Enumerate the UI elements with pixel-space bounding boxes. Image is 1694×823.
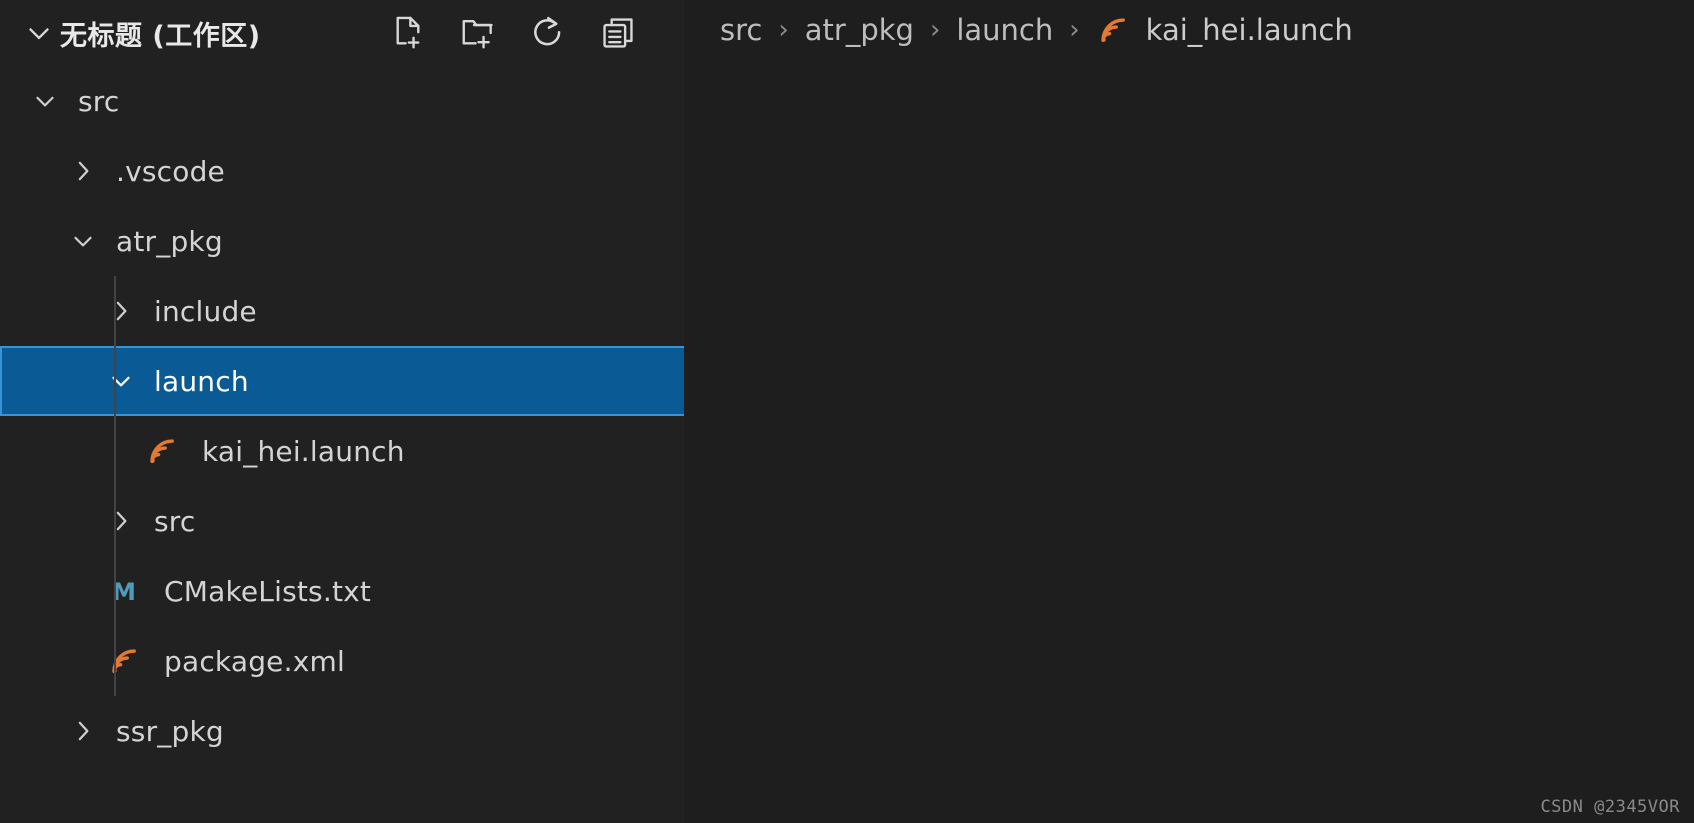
editor-area: src › atr_pkg › launch › kai_hei.launch CSDN @… — [684, 0, 1694, 823]
breadcrumb-item[interactable]: launch — [956, 13, 1053, 47]
new-file-icon[interactable] — [388, 13, 428, 53]
explorer-header: 无标题 (工作区) — [0, 0, 684, 66]
cmake-file-icon: M — [98, 574, 150, 608]
tree-folder-row[interactable]: atr_pkg — [0, 206, 684, 276]
explorer-sidebar: 无标题 (工作区) src .vscode atr_pkg include la… — [0, 0, 684, 823]
chevron-right-icon[interactable] — [60, 716, 106, 746]
tree-folder-row[interactable]: include — [0, 276, 684, 346]
breadcrumb-separator: › — [1069, 15, 1080, 45]
collapse-all-icon[interactable] — [598, 13, 638, 53]
vscode-window: 无标题 (工作区) src .vscode atr_pkg include la… — [0, 0, 1694, 823]
tree-item-label: ssr_pkg — [116, 714, 224, 748]
tree-file-row[interactable]: M CMakeLists.txt — [0, 556, 684, 626]
tree-item-label: CMakeLists.txt — [164, 574, 372, 608]
refresh-icon[interactable] — [528, 13, 568, 53]
indent-guide — [114, 276, 116, 696]
chevron-right-icon[interactable] — [60, 156, 106, 186]
tree-item-label: launch — [154, 364, 249, 398]
tree-folder-row[interactable]: ssr_pkg — [0, 696, 684, 766]
chevron-right-icon[interactable] — [98, 296, 144, 326]
chevron-down-icon[interactable] — [98, 366, 144, 396]
watermark: CSDN @2345VOR — [1540, 797, 1680, 817]
tree-folder-row[interactable]: launch — [0, 346, 684, 416]
tree-folder-row[interactable]: .vscode — [0, 136, 684, 206]
tree-item-label: atr_pkg — [116, 224, 223, 258]
breadcrumb-item[interactable]: atr_pkg — [805, 13, 914, 47]
xml-file-icon — [136, 434, 188, 468]
tree-file-row[interactable]: kai_hei.launch — [0, 416, 684, 486]
chevron-down-icon[interactable] — [22, 16, 56, 50]
chevron-right-icon[interactable] — [98, 506, 144, 536]
explorer-actions — [388, 13, 654, 53]
breadcrumb-item[interactable]: src — [720, 13, 762, 47]
tree-item-label: include — [154, 294, 257, 328]
tree-item-label: package.xml — [164, 644, 345, 678]
chevron-down-icon[interactable] — [22, 86, 68, 116]
breadcrumb-file-item[interactable]: kai_hei.launch — [1096, 13, 1353, 47]
tree-item-label: src — [154, 504, 196, 538]
tree-item-label: kai_hei.launch — [202, 434, 405, 468]
chevron-down-icon[interactable] — [60, 226, 106, 256]
xml-file-icon — [98, 644, 150, 678]
tree-folder-row[interactable]: src — [0, 66, 684, 136]
breadcrumb: src › atr_pkg › launch › kai_hei.launch — [684, 0, 1694, 60]
breadcrumb-separator: › — [778, 15, 789, 45]
workspace-title: 无标题 (工作区) — [60, 20, 261, 52]
tree-folder-row[interactable]: src — [0, 486, 684, 556]
tree-item-label: .vscode — [116, 154, 225, 188]
tree-item-label: src — [78, 84, 120, 118]
tree-file-row[interactable]: package.xml — [0, 626, 684, 696]
xml-file-icon — [1096, 13, 1130, 47]
breadcrumb-label: kai_hei.launch — [1145, 13, 1353, 47]
breadcrumb-separator: › — [929, 15, 941, 45]
new-folder-icon[interactable] — [458, 13, 498, 53]
file-tree: src .vscode atr_pkginclude launch kai_hei.la… — [0, 66, 684, 766]
